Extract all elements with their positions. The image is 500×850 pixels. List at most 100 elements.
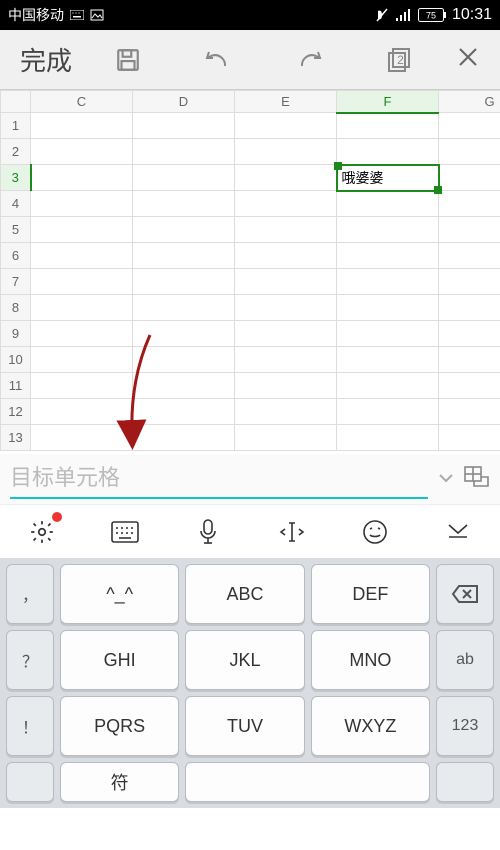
- cell[interactable]: [235, 217, 337, 243]
- cell[interactable]: [31, 113, 133, 139]
- cell[interactable]: [337, 269, 439, 295]
- row-header[interactable]: 11: [1, 373, 31, 399]
- key-symbols[interactable]: 符: [60, 762, 179, 802]
- cell[interactable]: [235, 425, 337, 451]
- row-header-active[interactable]: 3: [1, 165, 31, 191]
- key-jkl[interactable]: JKL: [185, 630, 304, 690]
- cell[interactable]: [235, 295, 337, 321]
- cell[interactable]: [337, 113, 439, 139]
- key-face[interactable]: ^_^: [60, 564, 179, 624]
- cell[interactable]: [439, 373, 500, 399]
- cell[interactable]: [133, 269, 235, 295]
- target-cell-input[interactable]: [10, 459, 428, 499]
- key-ab-mode[interactable]: ab: [436, 630, 494, 690]
- col-header-active[interactable]: F: [337, 91, 439, 113]
- dropdown-icon[interactable]: [438, 470, 454, 488]
- cell[interactable]: [31, 425, 133, 451]
- cell[interactable]: [235, 321, 337, 347]
- key-ghi[interactable]: GHI: [60, 630, 179, 690]
- cell[interactable]: [439, 295, 500, 321]
- cell[interactable]: [133, 217, 235, 243]
- cell[interactable]: [439, 399, 500, 425]
- cell[interactable]: [31, 399, 133, 425]
- voice-input-button[interactable]: [188, 512, 228, 552]
- cell[interactable]: [235, 191, 337, 217]
- cell[interactable]: [133, 113, 235, 139]
- key-question[interactable]: ？: [6, 630, 54, 690]
- cell[interactable]: [337, 399, 439, 425]
- cell[interactable]: [133, 139, 235, 165]
- cell-ref-icon[interactable]: [464, 466, 490, 493]
- row-header[interactable]: 12: [1, 399, 31, 425]
- close-button[interactable]: [446, 44, 490, 76]
- cell[interactable]: [439, 243, 500, 269]
- row-header[interactable]: 8: [1, 295, 31, 321]
- cell[interactable]: [133, 165, 235, 191]
- cell[interactable]: [337, 217, 439, 243]
- cell[interactable]: [337, 295, 439, 321]
- cell[interactable]: [235, 243, 337, 269]
- row-header[interactable]: 7: [1, 269, 31, 295]
- cell[interactable]: [31, 269, 133, 295]
- cell[interactable]: [133, 243, 235, 269]
- cell[interactable]: [235, 347, 337, 373]
- key-blank[interactable]: [185, 762, 430, 802]
- key-pqrs[interactable]: PQRS: [60, 696, 179, 756]
- cell[interactable]: [31, 217, 133, 243]
- cell[interactable]: [439, 425, 500, 451]
- row-header[interactable]: 9: [1, 321, 31, 347]
- cell[interactable]: [439, 347, 500, 373]
- row-header[interactable]: 6: [1, 243, 31, 269]
- sheets-button[interactable]: 2: [380, 40, 420, 80]
- cell[interactable]: [31, 139, 133, 165]
- keyboard-switch-button[interactable]: [105, 512, 145, 552]
- cell[interactable]: [337, 347, 439, 373]
- key-comma[interactable]: ，: [6, 564, 54, 624]
- col-header[interactable]: C: [31, 91, 133, 113]
- redo-button[interactable]: [289, 40, 329, 80]
- key-tuv[interactable]: TUV: [185, 696, 304, 756]
- cell[interactable]: [133, 373, 235, 399]
- cell[interactable]: [31, 165, 133, 191]
- settings-button[interactable]: [22, 512, 62, 552]
- cell[interactable]: [439, 165, 500, 191]
- select-all-corner[interactable]: [1, 91, 31, 113]
- row-header[interactable]: 2: [1, 139, 31, 165]
- key-mno[interactable]: MNO: [311, 630, 430, 690]
- cell[interactable]: [235, 373, 337, 399]
- cell[interactable]: [337, 243, 439, 269]
- key-123-mode[interactable]: 123: [436, 696, 494, 756]
- spreadsheet[interactable]: C D E F G 1 2 3哦婆婆 4 5 6 7 8 9 10 11 12 …: [0, 90, 500, 454]
- row-header[interactable]: 5: [1, 217, 31, 243]
- done-button[interactable]: 完成: [10, 41, 82, 78]
- selected-cell[interactable]: 哦婆婆: [337, 165, 439, 191]
- emoji-button[interactable]: [355, 512, 395, 552]
- cell[interactable]: [439, 321, 500, 347]
- cell[interactable]: [337, 191, 439, 217]
- save-button[interactable]: [108, 40, 148, 80]
- cell[interactable]: [31, 321, 133, 347]
- undo-button[interactable]: [198, 40, 238, 80]
- cell[interactable]: [31, 243, 133, 269]
- cell[interactable]: [337, 425, 439, 451]
- cell[interactable]: [133, 425, 235, 451]
- col-header[interactable]: D: [133, 91, 235, 113]
- row-header[interactable]: 13: [1, 425, 31, 451]
- key-side[interactable]: [436, 762, 494, 802]
- key-side[interactable]: [6, 762, 54, 802]
- cell[interactable]: [133, 295, 235, 321]
- col-header[interactable]: E: [235, 91, 337, 113]
- cell[interactable]: [235, 139, 337, 165]
- collapse-keyboard-button[interactable]: [438, 512, 478, 552]
- cell[interactable]: [439, 113, 500, 139]
- cell[interactable]: [439, 191, 500, 217]
- key-abc[interactable]: ABC: [185, 564, 304, 624]
- cell[interactable]: [337, 139, 439, 165]
- key-backspace[interactable]: [436, 564, 494, 624]
- cell[interactable]: [31, 373, 133, 399]
- cell[interactable]: [235, 269, 337, 295]
- selection-handle-icon[interactable]: [334, 162, 342, 170]
- cell[interactable]: [439, 217, 500, 243]
- cell[interactable]: [337, 373, 439, 399]
- cell[interactable]: [439, 269, 500, 295]
